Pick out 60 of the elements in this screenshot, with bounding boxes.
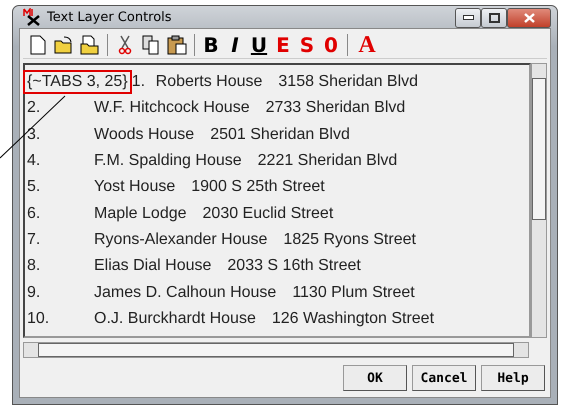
street-address: 2733 Sheridan Blvd (266, 99, 406, 118)
line-number: 3. (27, 126, 42, 144)
line-number: 2. (27, 99, 42, 118)
paste-tool[interactable] (166, 34, 188, 56)
street-address: 2030 Euclid Street (202, 204, 334, 223)
scissors-icon (118, 35, 132, 56)
house-name: Yost House (94, 178, 176, 196)
house-name: W.F. Hitchcock House (94, 99, 250, 118)
line-number: 8. (27, 257, 42, 276)
copy-icon (142, 35, 160, 56)
house-name: Ryons-Alexander House (94, 230, 268, 249)
street-address: 1130 Plum Street (292, 284, 415, 302)
street-address: 1825 Ryons Street (283, 230, 416, 249)
house-name: Roberts House (156, 73, 262, 92)
format-tool[interactable]: B (201, 34, 221, 56)
save-tool[interactable] (79, 34, 101, 56)
app-logo-icon (23, 8, 41, 26)
dialog-button[interactable]: OK (343, 365, 407, 391)
clipboard-icon (167, 35, 187, 56)
house-name: Maple Lodge (94, 204, 187, 223)
maximize-icon (488, 12, 500, 23)
line-number: 1. (132, 73, 146, 92)
house-name: O.J. Burckhardt House (94, 310, 256, 328)
dialog-button[interactable]: Help (481, 365, 545, 391)
maximize-button[interactable] (481, 8, 507, 28)
street-address: 1900 S 25th Street (191, 178, 325, 196)
minimize-icon (462, 15, 474, 20)
format-tool[interactable]: E (273, 34, 293, 56)
vertical-scrollbar[interactable] (531, 63, 547, 338)
house-name: Woods House (94, 126, 194, 144)
house-name: Elias Dial House (94, 257, 212, 276)
house-name: F.M. Spalding House (94, 152, 242, 170)
line-number: 6. (27, 204, 42, 223)
format-tool[interactable]: U (249, 34, 269, 56)
line-number: 5. (27, 178, 42, 196)
folder-document-icon (80, 35, 100, 56)
street-address: 2501 Sheridan Blvd (210, 126, 350, 144)
window-title: Text Layer Controls (47, 10, 173, 25)
street-address: 3158 Sheridan Blvd (278, 73, 418, 92)
new-document-icon (30, 35, 46, 56)
street-address: 126 Washington Street (272, 310, 434, 328)
house-name: James D. Calhoun House (94, 284, 276, 302)
line-number: 4. (27, 152, 42, 170)
line-number: 10. (27, 310, 50, 328)
line-number: 7. (27, 230, 42, 249)
close-icon (524, 12, 534, 23)
minimize-button[interactable] (455, 8, 481, 28)
format-tool[interactable]: I (225, 34, 245, 56)
format-tool[interactable]: A (354, 34, 380, 56)
street-address: 2033 S 16th Street (227, 257, 361, 276)
close-button[interactable] (507, 8, 551, 28)
format-tool[interactable]: 0 (321, 34, 341, 56)
open-folder-icon (54, 36, 74, 54)
text-editor[interactable] (23, 63, 531, 338)
line-number: 9. (27, 284, 42, 302)
street-address: 2221 Sheridan Blvd (258, 152, 398, 170)
horizontal-scrollbar[interactable] (23, 342, 529, 358)
format-tool[interactable]: S (297, 34, 317, 56)
tabs-code: {~TABS 3, 25} (23, 70, 132, 94)
dialog-button[interactable]: Cancel (412, 365, 476, 391)
